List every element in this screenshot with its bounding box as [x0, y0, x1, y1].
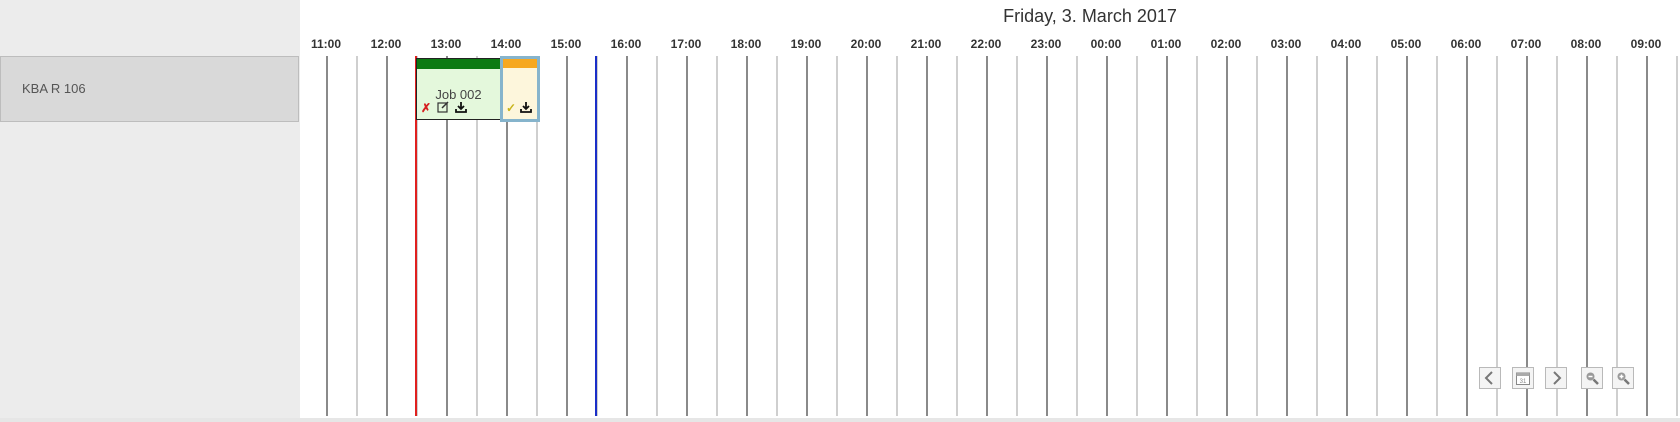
- previous-icon: [1484, 371, 1493, 385]
- hour-grid-line: [626, 56, 628, 416]
- hour-grid-line: [1406, 56, 1408, 416]
- download-icon[interactable]: [520, 101, 532, 116]
- hour-grid-line: [866, 56, 868, 416]
- hour-grid-line: [386, 56, 388, 416]
- half-hour-grid-line: [1676, 56, 1678, 416]
- hour-label: 12:00: [370, 37, 402, 51]
- hour-grid-line: [686, 56, 688, 416]
- half-hour-grid-line: [716, 56, 718, 416]
- half-hour-grid-line: [1076, 56, 1078, 416]
- resource-row[interactable]: KBA R 106: [0, 56, 299, 122]
- resource-label: KBA R 106: [22, 81, 86, 96]
- hour-label: 18:00: [730, 37, 762, 51]
- hour-label: 19:00: [790, 37, 822, 51]
- marker-line: [595, 56, 597, 416]
- hour-label: 14:00: [490, 37, 522, 51]
- hour-grid-line: [926, 56, 928, 416]
- hour-grid-line: [1166, 56, 1168, 416]
- half-hour-grid-line: [656, 56, 658, 416]
- job-block[interactable]: Job 002 ✗: [416, 58, 500, 120]
- hour-label: 23:00: [1030, 37, 1062, 51]
- hour-label: 01:00: [1150, 37, 1182, 51]
- half-hour-grid-line: [1196, 56, 1198, 416]
- half-hour-grid-line: [1376, 56, 1378, 416]
- hour-grid-line: [1046, 56, 1048, 416]
- zoom-in-button[interactable]: [1612, 367, 1634, 389]
- half-hour-grid-line: [896, 56, 898, 416]
- half-hour-grid-line: [956, 56, 958, 416]
- hour-grid-line: [1106, 56, 1108, 416]
- previous-button[interactable]: [1479, 367, 1501, 389]
- next-button[interactable]: [1545, 367, 1567, 389]
- hour-label: 08:00: [1570, 37, 1602, 51]
- hour-label: 16:00: [610, 37, 642, 51]
- hour-grid-line: [1526, 56, 1528, 416]
- calendar-day: 31: [1520, 379, 1527, 385]
- calendar-button[interactable]: 31: [1512, 367, 1534, 389]
- job-status-bar: [417, 59, 500, 69]
- bottom-scrollbar[interactable]: [0, 418, 1680, 422]
- download-icon[interactable]: [455, 101, 467, 116]
- resource-sidebar: KBA R 106: [0, 0, 300, 422]
- half-hour-grid-line: [1616, 56, 1618, 416]
- hour-grid-line: [1586, 56, 1588, 416]
- hour-label: 13:00: [430, 37, 462, 51]
- timeline-grid[interactable]: Friday, 3. March 2017 11:00 12:00 13:00 14:…: [300, 0, 1680, 422]
- job-label: Job 002: [435, 87, 482, 102]
- hour-grid-line: [746, 56, 748, 416]
- hour-grid-line: [1286, 56, 1288, 416]
- hour-label: 04:00: [1330, 37, 1362, 51]
- half-hour-grid-line: [1556, 56, 1558, 416]
- half-hour-grid-line: [1496, 56, 1498, 416]
- hour-label: 06:00: [1450, 37, 1482, 51]
- half-hour-grid-line: [356, 56, 358, 416]
- edit-icon[interactable]: [437, 101, 449, 116]
- hour-grid-line: [1346, 56, 1348, 416]
- half-hour-grid-line: [1016, 56, 1018, 416]
- date-title: Friday, 3. March 2017: [1003, 6, 1177, 26]
- half-hour-grid-line: [1436, 56, 1438, 416]
- hour-label: 20:00: [850, 37, 882, 51]
- hour-label: 09:00: [1630, 37, 1662, 51]
- hour-label: 05:00: [1390, 37, 1422, 51]
- hour-label: 15:00: [550, 37, 582, 51]
- half-hour-grid-line: [836, 56, 838, 416]
- hour-label: 17:00: [670, 37, 702, 51]
- hour-grid-line: [986, 56, 988, 416]
- zoom-out-button[interactable]: [1581, 367, 1603, 389]
- hour-grid-line: [566, 56, 568, 416]
- hour-label: 00:00: [1090, 37, 1122, 51]
- zoom-in-icon: [1617, 372, 1630, 385]
- cancel-icon[interactable]: ✗: [421, 101, 431, 116]
- hour-grid-line: [1646, 56, 1648, 416]
- hour-grid-line: [1466, 56, 1468, 416]
- hour-grid-line: [326, 56, 328, 416]
- job-status-bar: [503, 59, 537, 68]
- hour-label: 03:00: [1270, 37, 1302, 51]
- hour-label: 02:00: [1210, 37, 1242, 51]
- hour-label: 21:00: [910, 37, 942, 51]
- zoom-out-icon: [1586, 372, 1599, 385]
- hour-label: 11:00: [310, 37, 342, 51]
- hour-grid-line: [806, 56, 808, 416]
- half-hour-grid-line: [1316, 56, 1318, 416]
- hour-label: 07:00: [1510, 37, 1542, 51]
- half-hour-grid-line: [1256, 56, 1258, 416]
- half-hour-grid-line: [776, 56, 778, 416]
- job-block-selected[interactable]: ✓: [500, 56, 540, 122]
- next-icon: [1553, 371, 1562, 385]
- half-hour-grid-line: [1136, 56, 1138, 416]
- hour-label: 22:00: [970, 37, 1002, 51]
- hour-grid-line: [1226, 56, 1228, 416]
- check-icon[interactable]: ✓: [506, 101, 516, 116]
- calendar-icon: 31: [1516, 372, 1530, 385]
